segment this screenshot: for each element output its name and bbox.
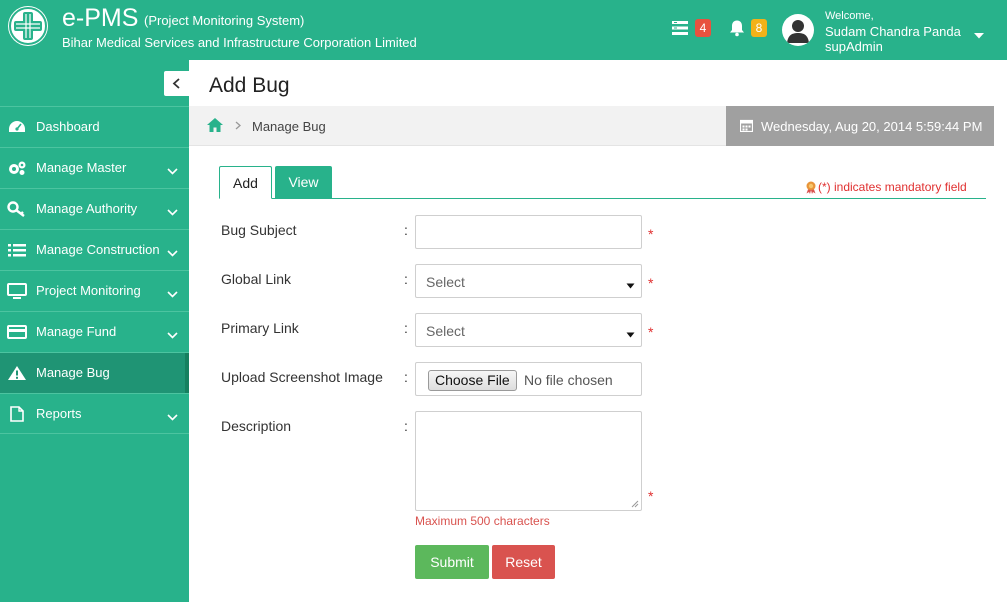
sidebar-menu: Dashboard Manage Master Manage Authority…	[0, 106, 189, 434]
app-subtitle: (Project Monitoring System)	[144, 13, 305, 28]
current-datetime: Wednesday, Aug 20, 2014 5:59:44 PM	[761, 119, 983, 134]
tasks-icon[interactable]	[671, 19, 689, 42]
calendar-icon	[740, 119, 753, 132]
bell-icon[interactable]	[728, 19, 746, 42]
epms-logo	[8, 6, 48, 46]
organization-name: Bihar Medical Services and Infrastructur…	[62, 35, 417, 50]
breadcrumb: Manage Bug Wednesday, Aug 20, 2014 5:59:…	[189, 106, 994, 146]
file-status: No file chosen	[524, 372, 613, 388]
chevron-down-icon	[167, 163, 178, 178]
bug-subject-label: Bug Subject	[221, 222, 297, 238]
description-label: Description	[221, 418, 292, 434]
notifications-count-badge: 8	[751, 19, 767, 37]
required-mark: *	[648, 226, 654, 242]
global-link-label: Global Link	[221, 271, 292, 287]
datetime-box: Wednesday, Aug 20, 2014 5:59:44 PM	[726, 106, 994, 146]
chevron-down-icon	[167, 409, 178, 424]
sidebar-item-project-monitoring[interactable]: Project Monitoring	[0, 270, 189, 311]
sidebar-item-manage-master[interactable]: Manage Master	[0, 147, 189, 188]
resize-handle-icon[interactable]	[631, 500, 639, 508]
chevron-down-icon	[167, 286, 178, 301]
key-icon	[7, 201, 27, 217]
submit-button[interactable]: Submit	[415, 545, 489, 579]
app-title: e-PMS	[62, 4, 139, 32]
upload-screenshot-label: Upload Screenshot Image	[221, 369, 383, 385]
sidebar-item-label: Manage Master	[36, 160, 127, 175]
mandatory-note-text: (*) indicates mandatory field	[818, 180, 967, 194]
sidebar-item-label: Manage Bug	[36, 365, 110, 380]
tab-add[interactable]: Add	[219, 166, 272, 199]
sidebar-item-manage-authority[interactable]: Manage Authority	[0, 188, 189, 229]
required-mark: *	[648, 275, 654, 291]
chevron-right-icon	[235, 119, 241, 133]
top-header: e-PMS (Project Monitoring System) Bihar …	[0, 0, 1007, 60]
user-avatar[interactable]	[782, 14, 814, 46]
chevron-down-icon	[167, 204, 178, 219]
primary-link-select[interactable]: Select	[415, 313, 642, 347]
caret-down-icon	[626, 325, 635, 343]
breadcrumb-current: Manage Bug	[252, 119, 326, 134]
file-icon	[7, 406, 27, 422]
tasks-count-badge: 4	[695, 19, 711, 37]
primary-link-label: Primary Link	[221, 320, 299, 336]
description-hint: Maximum 500 characters	[415, 514, 550, 528]
sidebar-item-manage-fund[interactable]: Manage Fund	[0, 311, 189, 352]
sidebar-item-reports[interactable]: Reports	[0, 393, 189, 434]
user-name[interactable]: Sudam Chandra Panda	[825, 24, 961, 39]
welcome-text: Welcome,	[825, 10, 874, 22]
sidebar-item-dashboard[interactable]: Dashboard	[0, 106, 189, 147]
warning-icon	[7, 365, 27, 381]
page-title: Add Bug	[209, 74, 290, 97]
field-colon: :	[404, 369, 408, 385]
sidebar-item-label: Dashboard	[36, 119, 100, 134]
sidebar-item-label: Manage Authority	[36, 201, 138, 216]
field-colon: :	[404, 320, 408, 336]
field-colon: :	[404, 271, 408, 287]
primary-link-selected: Select	[426, 323, 465, 339]
list-icon	[7, 242, 27, 258]
screenshot-file-input: Choose File No file chosen	[415, 362, 642, 396]
global-link-selected: Select	[426, 274, 465, 290]
bug-subject-input[interactable]	[415, 215, 642, 249]
sidebar-item-manage-construction[interactable]: Manage Construction	[0, 229, 189, 270]
field-colon: :	[404, 418, 408, 434]
dashboard-icon	[7, 119, 27, 135]
tab-view[interactable]: View	[275, 166, 332, 199]
sidebar-item-label: Reports	[36, 406, 82, 421]
required-mark: *	[648, 488, 654, 504]
field-colon: :	[404, 222, 408, 238]
sidebar-item-manage-bug[interactable]: Manage Bug	[0, 352, 189, 393]
credit-card-icon	[7, 324, 27, 340]
home-icon[interactable]	[206, 117, 224, 138]
caret-down-icon	[626, 276, 635, 294]
award-icon	[806, 181, 816, 194]
tabs-divider	[219, 198, 986, 199]
description-textarea[interactable]	[415, 411, 642, 511]
required-mark: *	[648, 324, 654, 340]
monitor-icon	[7, 283, 27, 299]
sidebar-item-label: Project Monitoring	[36, 283, 141, 298]
sidebar-collapse-button[interactable]	[164, 71, 189, 96]
sidebar-item-label: Manage Fund	[36, 324, 117, 339]
choose-file-button[interactable]: Choose File	[428, 370, 517, 391]
user-role: supAdmin	[825, 39, 883, 54]
sidebar-item-label: Manage Construction	[36, 242, 160, 257]
global-link-select[interactable]: Select	[415, 264, 642, 298]
caret-down-icon[interactable]	[973, 27, 985, 45]
gears-icon	[7, 160, 27, 176]
sidebar: Dashboard Manage Master Manage Authority…	[0, 60, 189, 602]
reset-button[interactable]: Reset	[492, 545, 555, 579]
mandatory-note: (*) indicates mandatory field	[805, 180, 967, 194]
chevron-down-icon	[167, 327, 178, 342]
chevron-down-icon	[167, 245, 178, 260]
